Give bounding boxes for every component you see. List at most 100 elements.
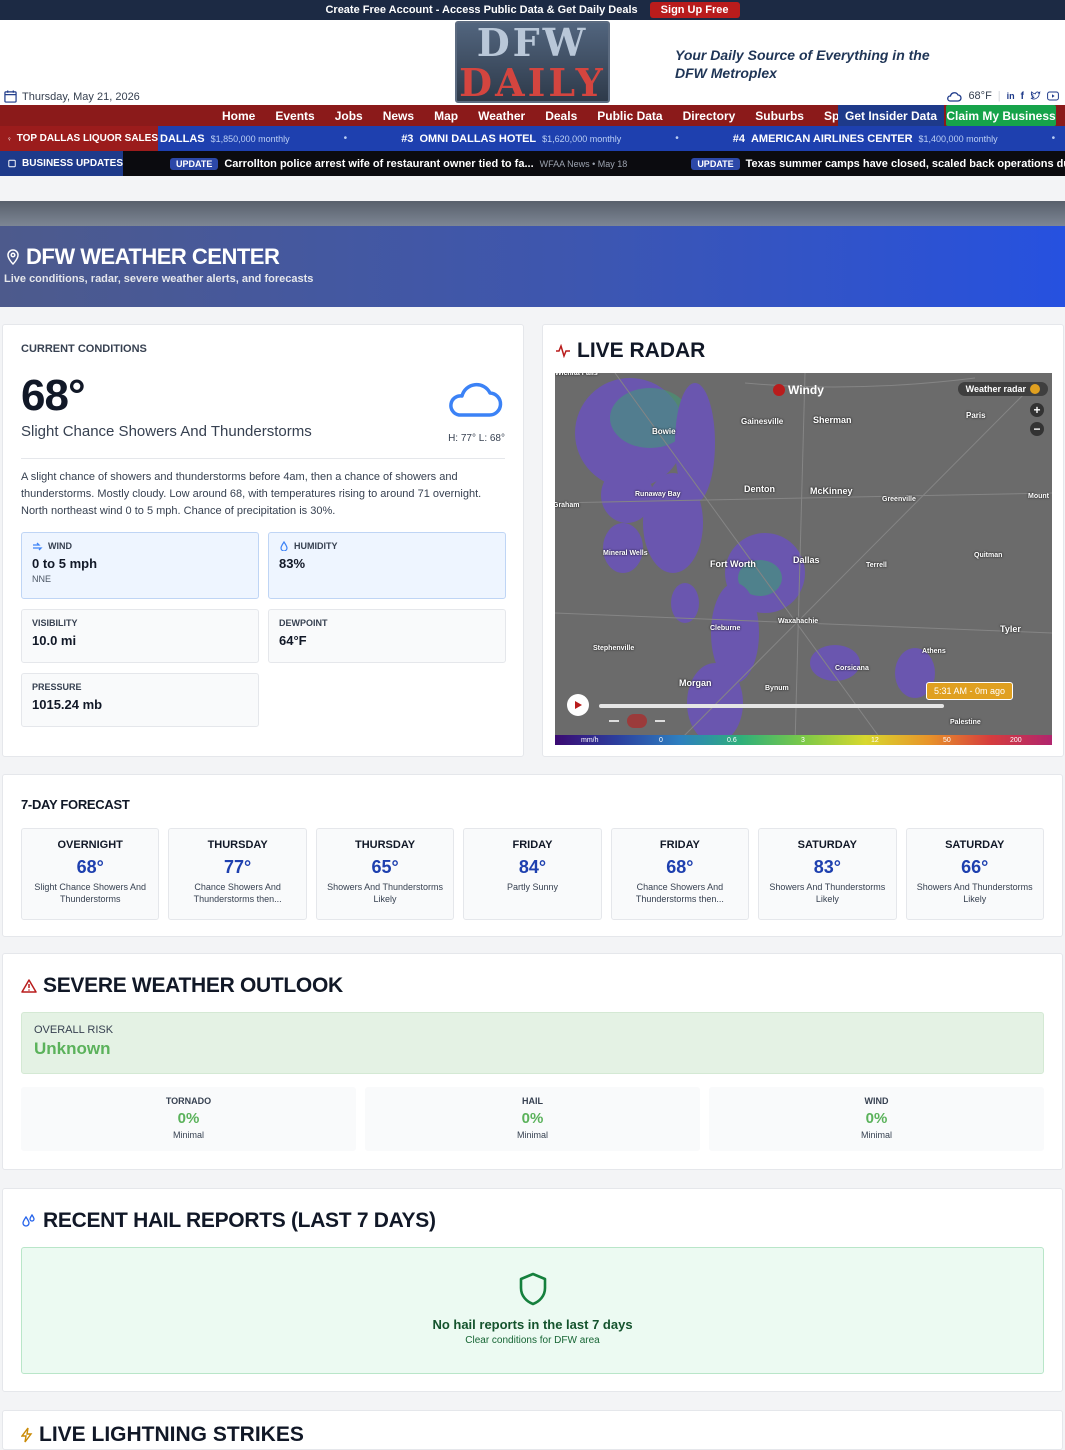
linkedin-icon[interactable]: in	[1007, 91, 1015, 101]
nav-item-deals[interactable]: Deals	[545, 109, 577, 123]
update-badge: UPDATE	[170, 157, 219, 170]
wind-tile: WIND 0 to 5 mph NNE	[21, 532, 259, 599]
forecast-day[interactable]: FRIDAY 84° Partly Sunny	[463, 828, 602, 920]
nav-item-public-data[interactable]: Public Data	[597, 109, 662, 123]
promo-text[interactable]: Create Free Account - Access Public Data…	[325, 4, 637, 16]
risk-percent: 0%	[865, 1110, 888, 1127]
map-city-label: Gainesville	[741, 417, 784, 426]
forecast-day[interactable]: SATURDAY 83° Showers And Thunderstorms Lik…	[758, 828, 897, 920]
youtube-icon[interactable]	[1047, 91, 1059, 101]
windy-icon	[773, 384, 785, 396]
storm-icon[interactable]	[627, 714, 647, 728]
play-button[interactable]	[567, 694, 589, 716]
forecast-day-name: FRIDAY	[512, 839, 553, 851]
site-logo[interactable]: DFW DAILY	[455, 21, 610, 103]
liquor-ticker-item[interactable]: #4 AMERICAN AIRLINES CENTER $1,400,000 mon…	[733, 133, 998, 145]
forecast-day-name: THURSDAY	[355, 839, 416, 851]
layer-selector[interactable]: Weather radar	[957, 382, 1048, 396]
pin-icon	[8, 136, 11, 141]
risk-level: Minimal	[172, 1130, 204, 1140]
nav-item-directory[interactable]: Directory	[683, 109, 736, 123]
rain-icon[interactable]	[609, 714, 619, 722]
windy-brand: Windy	[788, 383, 824, 397]
page-title-text: DFW WEATHER CENTER	[26, 244, 280, 269]
zoom-out-button[interactable]: −	[1030, 422, 1044, 436]
forecast-day[interactable]: THURSDAY 77° Chance Showers And Thundersto…	[168, 828, 307, 920]
severe-title-text: SEVERE WEATHER OUTLOOK	[43, 974, 343, 997]
forecast-day-name: OVERNIGHT	[57, 839, 123, 851]
radar-map[interactable]: Wichita Falls Gainesville Sherman Paris Bowi…	[555, 373, 1052, 745]
business-ticker-label: BUSINESS UPDATES	[0, 151, 123, 176]
twitter-icon[interactable]	[1030, 91, 1041, 101]
nav-item-map[interactable]: Map	[434, 109, 458, 123]
timeline-track[interactable]	[599, 704, 944, 708]
update-source: WFAA News • May 18	[539, 158, 628, 169]
dewpoint-label: DEWPOINT	[279, 618, 328, 628]
business-ticker-item[interactable]: UPDATE Carrollton police arrest wife of r…	[170, 157, 628, 170]
nav-item-events[interactable]: Events	[275, 109, 314, 123]
no-hail-title: No hail reports in the last 7 days	[432, 1317, 633, 1332]
ticker-separator: •	[1051, 133, 1056, 144]
liquor-sales-ticker: DALLAS $1,850,000 monthly • #3 OMNI DALLAS H…	[0, 126, 1065, 151]
wind-icon	[33, 542, 43, 550]
map-city-label: Tyler	[1000, 624, 1021, 634]
cloud-icon	[947, 92, 963, 102]
get-insider-data-button[interactable]: Get Insider Data	[838, 105, 944, 126]
no-hail-panel: No hail reports in the last 7 days Clear…	[21, 1247, 1044, 1374]
forecast-day-temp: 68°	[666, 857, 694, 877]
site-header: DFW DAILY Your Daily Source of Everythin…	[0, 20, 1065, 105]
play-icon	[575, 701, 582, 709]
date-text: Thursday, May 21, 2026	[22, 90, 140, 103]
risk-wind: WIND 0% Minimal	[709, 1087, 1044, 1151]
forecast-day[interactable]: OVERNIGHT 68° Slight Chance Showers And Th…	[21, 828, 160, 920]
live-radar-card: LIVE RADAR Wichita Falls Gainesville She…	[542, 324, 1064, 757]
map-tools	[609, 714, 665, 728]
map-city-label: McKinney	[810, 486, 853, 496]
map-city-label: Bynum	[765, 685, 789, 692]
current-conditions-card: CURRENT CONDITIONS 68° Slight Chance Sho…	[2, 324, 524, 757]
goat-icon[interactable]	[655, 714, 665, 722]
droplet-icon	[280, 541, 288, 551]
logo-line2: DAILY	[459, 60, 606, 105]
hail-title: RECENT HAIL REPORTS (LAST 7 DAYS)	[21, 1209, 1044, 1233]
risk-hail: HAIL 0% Minimal	[365, 1087, 700, 1151]
liquor-ticker-item[interactable]: #3 OMNI DALLAS HOTEL $1,620,000 monthly	[401, 133, 621, 145]
nav-item-weather[interactable]: Weather	[478, 109, 525, 123]
forecast-day-temp: 65°	[371, 857, 399, 877]
map-city-label: Cleburne	[710, 625, 741, 632]
nav-item-suburbs[interactable]: Suburbs	[755, 109, 804, 123]
map-city-label: Sherman	[813, 415, 852, 425]
risk-name: WIND	[864, 1096, 889, 1106]
nav-item-news[interactable]: News	[383, 109, 414, 123]
facebook-icon[interactable]: f	[1021, 91, 1024, 102]
precip-scale: mm/h 0 0.6 3 12 50 200	[555, 735, 1052, 745]
liquor-venue: DALLAS	[160, 132, 205, 145]
windy-logo[interactable]: Windy	[773, 383, 824, 397]
business-ticker-item[interactable]: UPDATE Texas summer camps have closed, sc…	[691, 157, 1065, 170]
lightning-title: LIVE LIGHTNING STRIKES	[21, 1423, 1044, 1447]
logo-line1: DFW	[476, 20, 589, 65]
high-low: H: 77° L: 68°	[448, 433, 505, 444]
nav-item-jobs[interactable]: Jobs	[335, 109, 363, 123]
risk-percent: 0%	[177, 1110, 200, 1127]
warning-icon	[21, 979, 37, 993]
droplets-icon	[22, 1214, 35, 1227]
forecast-day-desc: Showers And Thunderstorms Likely	[916, 882, 1033, 904]
business-ticker-run: UPDATE Carrollton police arrest wife of r…	[170, 151, 1065, 176]
page-title: DFW WEATHER CENTER	[4, 244, 1065, 270]
pressure-value: 1015.24 mb	[32, 697, 103, 712]
promo-bar: Create Free Account - Access Public Data…	[0, 0, 1065, 20]
nav-item-home[interactable]: Home	[222, 109, 255, 123]
forecast-day[interactable]: FRIDAY 68° Chance Showers And Thunderstorm…	[610, 828, 750, 920]
no-hail-subtitle: Clear conditions for DFW area	[465, 1335, 600, 1346]
liquor-ticker-item[interactable]: DALLAS $1,850,000 monthly	[160, 133, 290, 145]
map-city-label: Athens	[922, 648, 946, 655]
signup-button[interactable]: Sign Up Free	[649, 2, 740, 18]
overall-risk: OVERALL RISK Unknown	[21, 1012, 1044, 1074]
zoom-in-button[interactable]: +	[1030, 403, 1044, 417]
risk-tornado: TORNADO 0% Minimal	[21, 1087, 356, 1151]
forecast-day[interactable]: THURSDAY 65° Showers And Thunderstorms Lik…	[315, 828, 455, 920]
forecast-day[interactable]: SATURDAY 66° Showers And Thunderstorms Lik…	[905, 828, 1044, 920]
forecast-day-desc: Showers And Thunderstorms Likely	[327, 882, 443, 904]
claim-business-button[interactable]: Claim My Business	[946, 105, 1056, 126]
